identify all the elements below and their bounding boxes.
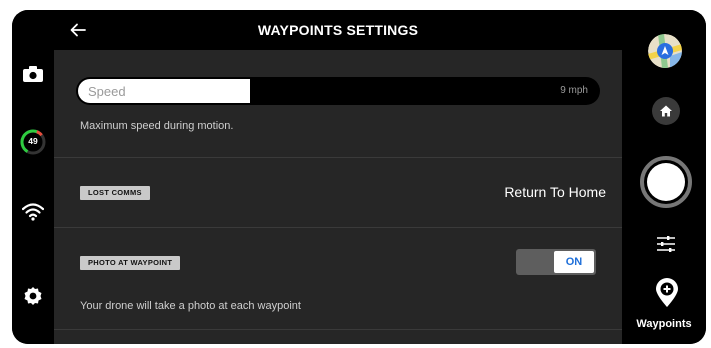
toggle-on-label[interactable]: ON	[554, 251, 594, 273]
photo-at-waypoint-badge: PHOTO AT WAYPOINT	[80, 256, 181, 270]
settings-panel: Speed 9 mph Maximum speed during motion.…	[54, 50, 622, 344]
lost-comms-value[interactable]: Return To Home	[504, 184, 606, 200]
app-window: 49 WAYPOINTS SETTINGS Speed 9 mph Maximu…	[12, 10, 706, 344]
page-title: WAYPOINTS SETTINGS	[257, 22, 419, 38]
lost-comms-section[interactable]: LOST COMMS Return To Home	[54, 158, 622, 228]
battery-value: 49	[28, 136, 38, 146]
gear-icon[interactable]	[21, 284, 45, 308]
speed-description: Maximum speed during motion.	[80, 120, 234, 132]
wifi-icon[interactable]	[21, 200, 45, 224]
camera-icon[interactable]	[21, 62, 45, 86]
sliders-icon[interactable]	[654, 232, 678, 256]
photo-at-waypoint-section: PHOTO AT WAYPOINT ON Your drone will tak…	[54, 228, 622, 330]
speed-section: Speed 9 mph Maximum speed during motion.	[54, 50, 622, 158]
photo-at-waypoint-toggle[interactable]: ON	[516, 249, 596, 275]
header: WAYPOINTS SETTINGS	[54, 10, 622, 50]
lost-comms-badge: LOST COMMS	[80, 186, 150, 200]
speed-value: 9 mph	[560, 85, 588, 96]
photo-at-waypoint-description: Your drone will take a photo at each way…	[80, 300, 301, 312]
shutter-inner	[647, 163, 685, 201]
battery-ring-icon[interactable]: 49	[20, 129, 46, 155]
speed-slider[interactable]: Speed 9 mph	[76, 77, 600, 105]
waypoint-add-icon[interactable]	[654, 278, 680, 308]
speed-label: Speed	[88, 84, 126, 99]
right-rail: Waypoints	[622, 10, 706, 344]
shutter-button[interactable]	[640, 156, 692, 208]
map-icon[interactable]	[648, 34, 682, 68]
left-rail: 49	[12, 10, 54, 344]
home-icon[interactable]	[652, 97, 680, 125]
waypoints-label[interactable]: Waypoints	[622, 318, 706, 330]
